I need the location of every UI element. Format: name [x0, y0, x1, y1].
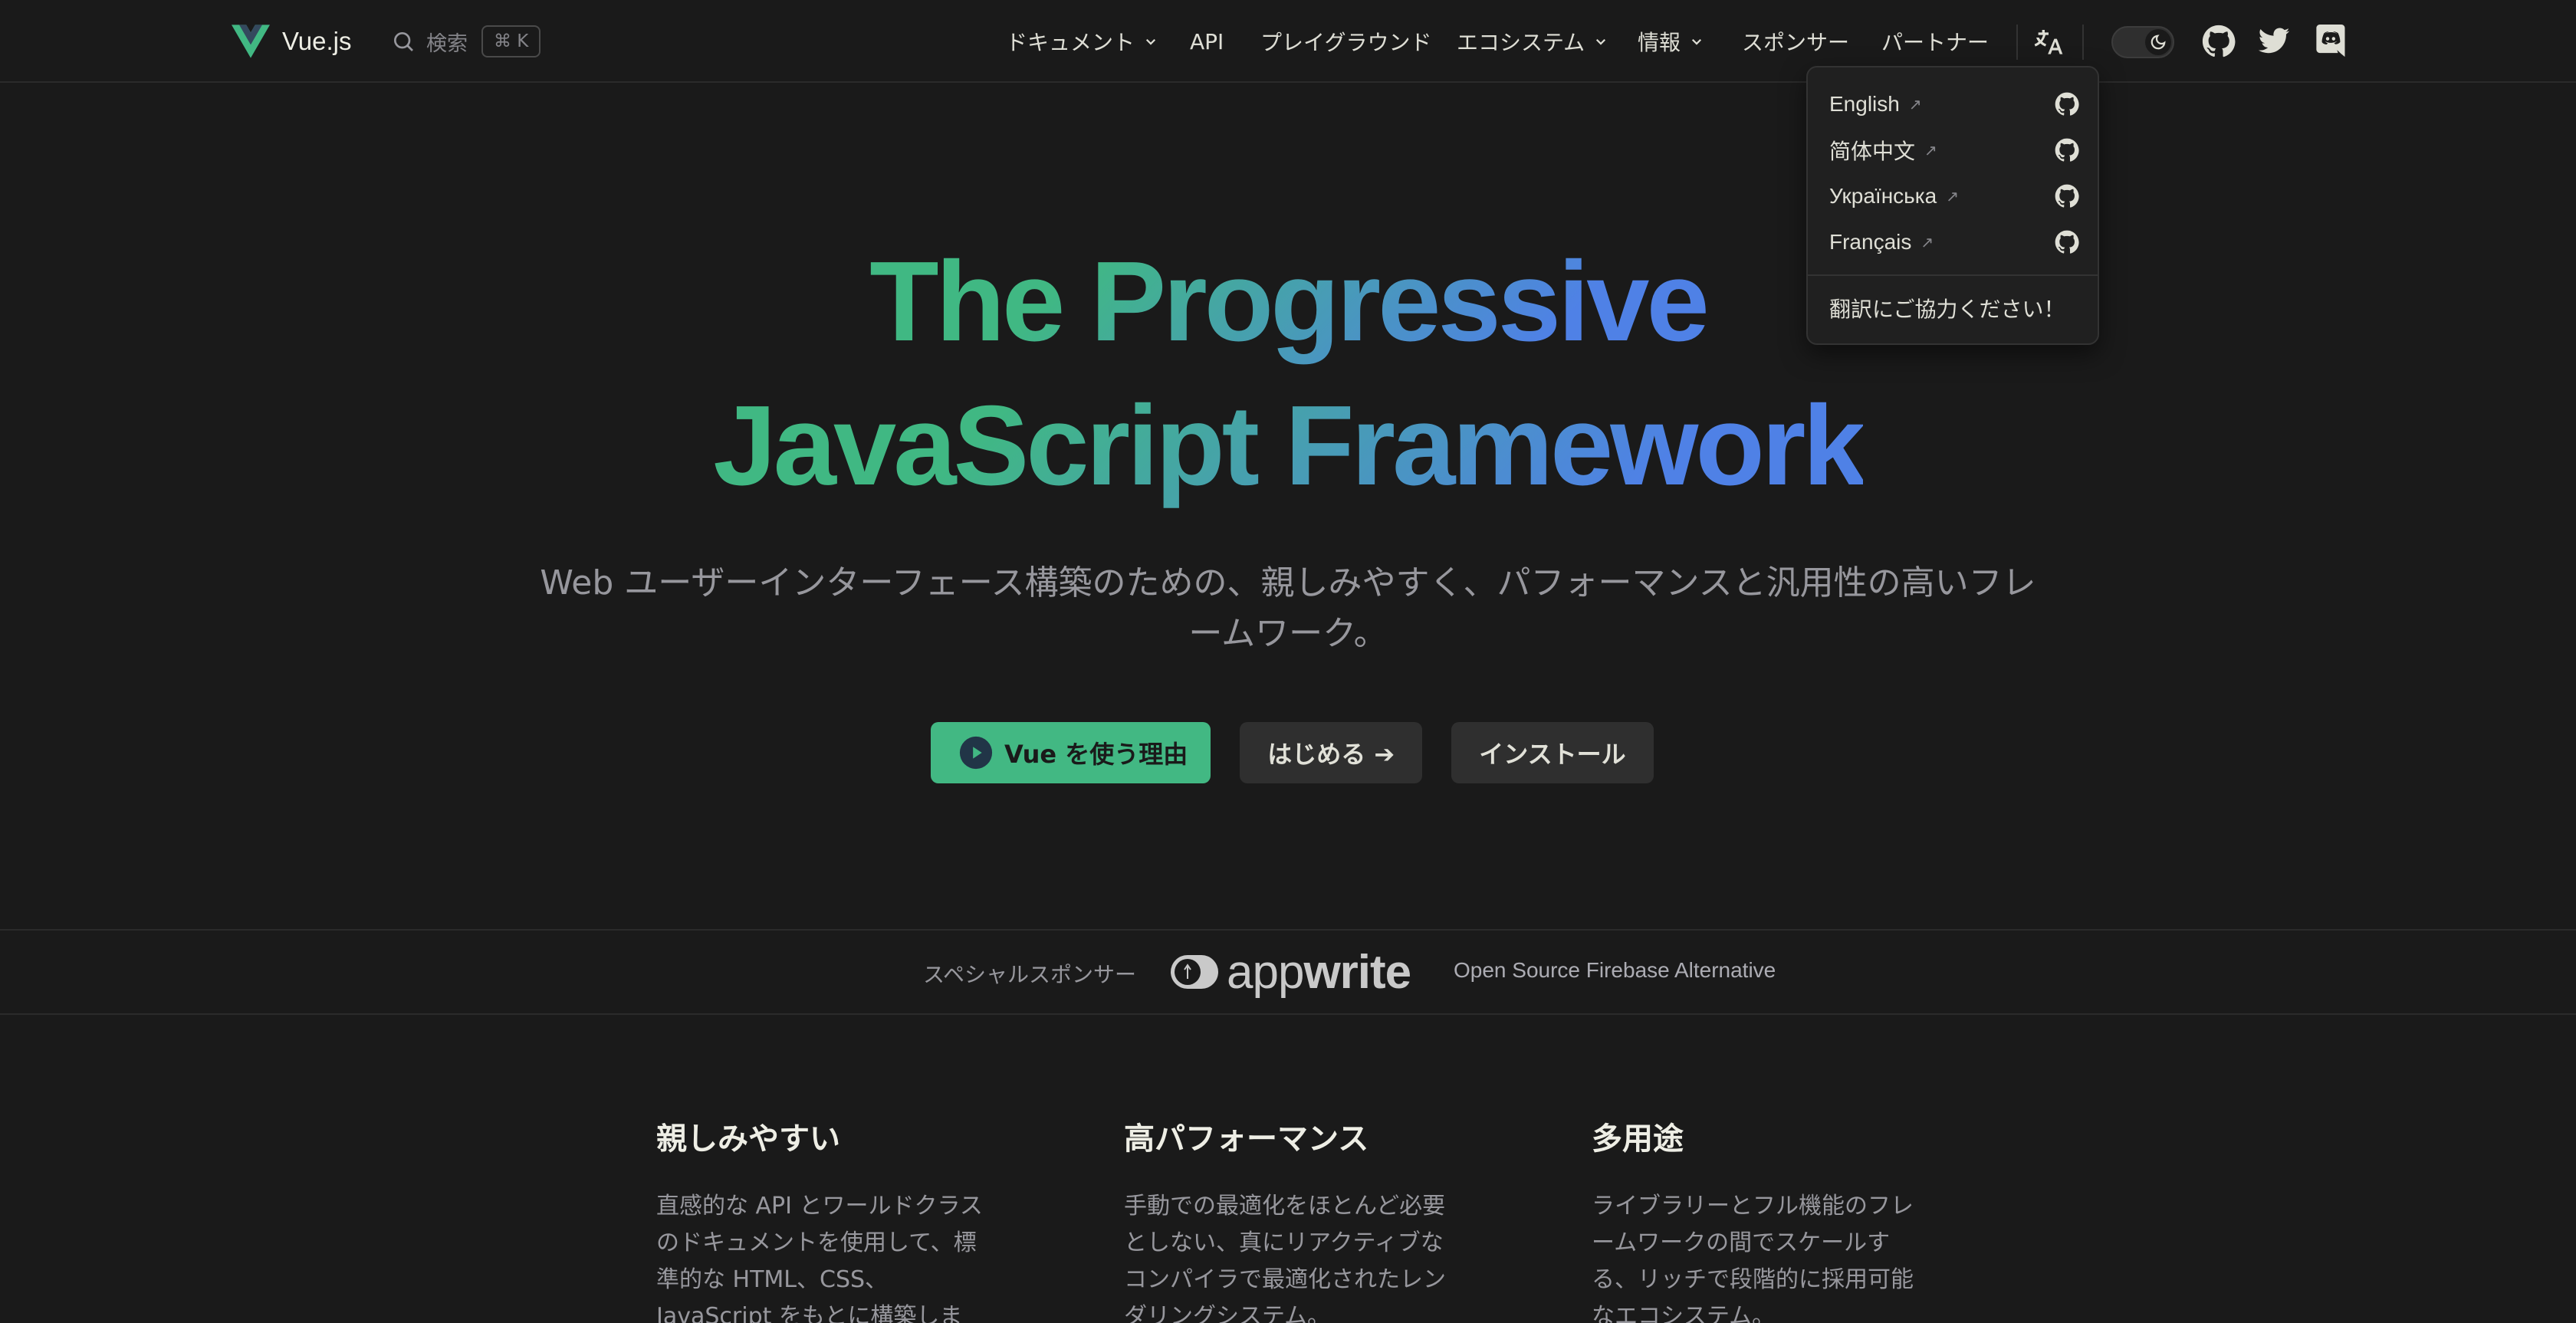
sponsor-tagline: Open Source Firebase Alternative	[1454, 958, 1776, 982]
get-started-button[interactable]: はじめる ➔	[1240, 722, 1423, 783]
github-icon[interactable]	[2055, 184, 2079, 208]
sponsor-label: スペシャルスポンサー	[923, 962, 1137, 987]
install-label: インストール	[1479, 740, 1626, 769]
dropdown-item-label: English	[1829, 92, 1900, 116]
nav-item-api[interactable]: API	[1190, 23, 1224, 60]
chevron-down-icon	[1596, 38, 1606, 45]
theme-toggle-knob	[2145, 29, 2171, 55]
nav-item-about[interactable]: 情報	[1638, 23, 1704, 60]
external-arrow-icon: ↗	[1946, 188, 1959, 205]
dropdown-item-english[interactable]: English ↗	[1829, 86, 2079, 123]
external-arrow-icon: ↗	[1908, 96, 1922, 113]
dropdown-item-ukrainian[interactable]: Українська ↗	[1829, 178, 2079, 215]
tagline-line-2: JavaScript Framework	[713, 374, 1865, 518]
hero-tagline: The Progressive JavaScript Framework	[0, 230, 2576, 518]
hero-description: Web ユーザーインターフェース構築のための、親しみやすく、パフォーマンスと汎用…	[540, 563, 2036, 653]
appwrite-logo-icon	[1171, 955, 1218, 989]
discord-icon[interactable]	[2314, 25, 2348, 58]
nav-item-sponsor[interactable]: スポンサー	[1742, 23, 1849, 60]
nav-item-label: スポンサー	[1742, 30, 1850, 55]
top-nav: Vue.js 検索 ⌘ K ドキュメント API プレイグラウンド エコシステム…	[0, 0, 2576, 83]
feature-title: 高パフォーマンス	[1124, 1121, 1369, 1157]
github-icon[interactable]	[2055, 138, 2079, 163]
play-icon	[959, 736, 993, 770]
chevron-down-icon	[1691, 38, 1702, 45]
search-label: 検索	[426, 31, 468, 56]
special-sponsor-bar: スペシャルスポンサー appwrite Open Source Firebase…	[0, 929, 2576, 1015]
github-icon[interactable]	[2055, 92, 2079, 117]
nav-divider	[2082, 25, 2084, 60]
feature-title: 多用途	[1592, 1121, 1684, 1157]
tagline-line-1: The Progressive	[869, 230, 1710, 374]
feature-versatile: 多用途 ライブラリーとフル機能のフレームワークの間でスケールする、リッチで段階的…	[1592, 1116, 1929, 1323]
twitter-icon[interactable]	[2257, 25, 2291, 58]
theme-toggle-switch[interactable]	[2111, 26, 2174, 58]
nav-item-partners[interactable]: パートナー	[1881, 23, 1989, 60]
feature-text: 手動での最適化をほとんど必要としない、真にリアクティブなコンパイラで最適化された…	[1124, 1193, 1446, 1323]
search-shortcut-badge: ⌘ K	[481, 25, 541, 57]
nav-item-label: API	[1190, 28, 1224, 54]
feature-text: ライブラリーとフル機能のフレームワークの間でスケールする、リッチで段階的に採用可…	[1592, 1193, 1914, 1323]
nav-item-label: ドキュメント	[1006, 30, 1135, 55]
nav-divider	[2016, 25, 2018, 60]
search-button[interactable]: 検索 ⌘ K	[391, 25, 541, 58]
feature-approachable: 親しみやすい 直感的な API とワールドクラスのドキュメントを使用して、標準的…	[656, 1116, 994, 1323]
vue-logo-icon	[232, 25, 270, 58]
appwrite-wordmark: appwrite	[1227, 945, 1411, 999]
moon-icon	[2150, 34, 2166, 50]
dropdown-item-chinese[interactable]: 简体中文 ↗	[1829, 132, 2079, 169]
nav-item-docs[interactable]: ドキュメント	[1006, 23, 1158, 60]
home-logo-link[interactable]: Vue.js	[232, 23, 352, 60]
logo-text: Vue.js	[282, 27, 352, 55]
search-icon	[394, 32, 413, 51]
chevron-down-icon	[1145, 38, 1156, 45]
external-arrow-icon: ↗	[1924, 142, 1937, 159]
hero-actions: Vue を使う理由 はじめる ➔ インストール	[931, 722, 1683, 783]
translate-icon[interactable]	[2033, 26, 2064, 57]
feature-performant: 高パフォーマンス 手動での最適化をほとんど必要としない、真にリアクティブなコンパ…	[1124, 1116, 1461, 1323]
nav-item-label: 情報	[1638, 30, 1681, 55]
why-vue-label: Vue を使う理由	[1004, 740, 1188, 769]
feature-title: 親しみやすい	[656, 1121, 840, 1157]
appwrite-logo-link[interactable]: appwrite	[1170, 946, 1411, 999]
feature-text: 直感的な API とワールドクラスのドキュメントを使用して、標準的な HTML、…	[656, 1193, 983, 1323]
github-icon[interactable]	[2202, 25, 2236, 58]
dropdown-item-label: 简体中文	[1829, 140, 1916, 163]
get-started-label: はじめる ➔	[1267, 740, 1395, 769]
dropdown-item-label: Українська	[1829, 184, 1937, 208]
nav-item-label: パートナー	[1881, 30, 1990, 55]
nav-item-label: プレイグラウンド	[1260, 30, 1432, 55]
why-vue-button[interactable]: Vue を使う理由	[931, 722, 1211, 783]
nav-item-label: エコシステム	[1457, 30, 1585, 55]
nav-item-ecosystem[interactable]: エコシステム	[1457, 23, 1608, 60]
install-button[interactable]: インストール	[1451, 722, 1654, 783]
nav-item-playground[interactable]: プレイグラウンド	[1260, 23, 1431, 60]
